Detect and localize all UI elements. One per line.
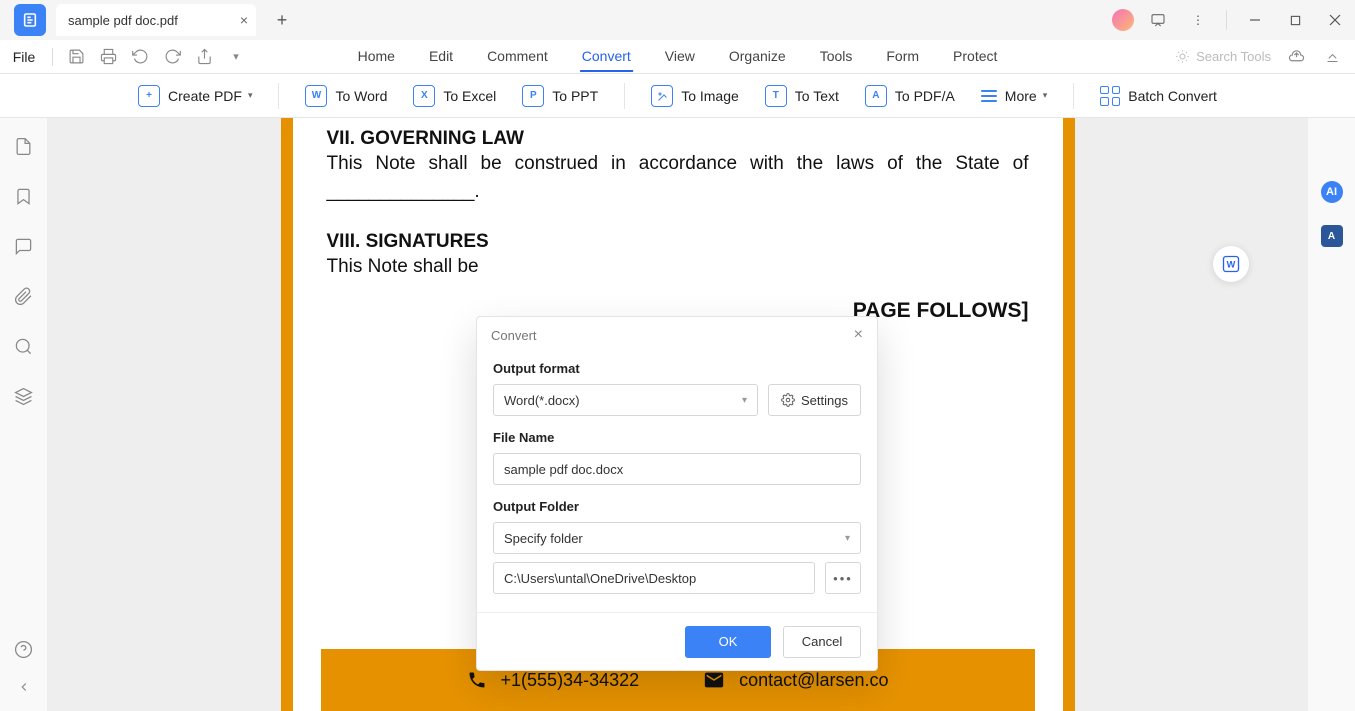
document-tab[interactable]: sample pdf doc.pdf ×	[56, 4, 256, 36]
redo-icon[interactable]	[161, 46, 183, 68]
convert-to-word-shortcut[interactable]: W	[1213, 246, 1249, 282]
section-heading: VII. GOVERNING LAW	[327, 128, 1029, 150]
dialog-title: Convert	[491, 328, 537, 343]
tab-title: sample pdf doc.pdf	[68, 13, 178, 28]
menubar: File ▾ Home Edit Comment Convert View Or…	[0, 40, 1355, 74]
separator	[278, 83, 279, 109]
convert-dialog: Convert × Output format Word(*.docx) ▾ S…	[476, 316, 878, 671]
section-heading: VIII. SIGNATURES	[327, 231, 1029, 253]
grid-icon	[1100, 86, 1120, 106]
text-icon: T	[765, 85, 787, 107]
collapse-left-icon[interactable]	[12, 675, 36, 699]
menu-home[interactable]: Home	[356, 42, 397, 72]
help-icon[interactable]	[12, 637, 36, 661]
to-image-button[interactable]: To Image	[651, 85, 739, 107]
bookmarks-icon[interactable]	[12, 184, 36, 208]
attachments-icon[interactable]	[12, 284, 36, 308]
file-menu[interactable]: File	[0, 49, 48, 65]
titlebar: sample pdf doc.pdf × + ⋮	[0, 0, 1355, 40]
print-icon[interactable]	[97, 46, 119, 68]
close-tab-icon[interactable]: ×	[240, 12, 248, 28]
to-word-button[interactable]: W To Word	[305, 85, 387, 107]
menu-view[interactable]: View	[663, 42, 697, 72]
body-text: This Note shall be construed in accordan…	[327, 150, 1029, 205]
share-icon[interactable]	[193, 46, 215, 68]
separator	[1226, 10, 1227, 30]
menu-tools[interactable]: Tools	[818, 42, 855, 72]
convert-ribbon: + Create PDF▾ W To Word X To Excel P To …	[0, 74, 1355, 118]
file-name-input[interactable]	[493, 453, 861, 485]
separator	[624, 83, 625, 109]
comments-icon[interactable]	[12, 234, 36, 258]
body-text: This Note shall be	[327, 253, 1029, 281]
quick-access-toolbar: ▾	[65, 46, 247, 68]
word-icon: W	[305, 85, 327, 107]
chevron-down-icon: ▾	[742, 395, 747, 406]
ppt-icon: P	[522, 85, 544, 107]
left-sidebar	[0, 118, 48, 711]
menu-comment[interactable]: Comment	[485, 42, 550, 72]
cloud-upload-icon[interactable]	[1285, 46, 1307, 68]
user-avatar[interactable]	[1112, 9, 1134, 31]
output-folder-path-input[interactable]	[493, 562, 815, 594]
search-icon[interactable]	[12, 334, 36, 358]
ai-icon[interactable]: AI	[1320, 180, 1344, 204]
separator	[1073, 83, 1074, 109]
search-tools-label: Search Tools	[1196, 49, 1271, 64]
collapse-right-icon[interactable]	[1320, 675, 1344, 699]
menu-form[interactable]: Form	[884, 42, 921, 72]
output-format-label: Output format	[493, 361, 861, 376]
to-pdfa-button[interactable]: A To PDF/A	[865, 85, 955, 107]
maximize-button[interactable]	[1279, 6, 1311, 34]
image-icon	[651, 85, 673, 107]
right-sidebar: AI A	[1307, 118, 1355, 711]
footer-email: contact@larsen.co	[703, 669, 888, 691]
chevron-down-icon: ▾	[845, 533, 850, 544]
search-tools[interactable]: Search Tools	[1175, 49, 1271, 64]
menu-convert[interactable]: Convert	[580, 42, 633, 72]
ok-button[interactable]: OK	[685, 626, 771, 658]
thumbnails-icon[interactable]	[12, 134, 36, 158]
to-text-button[interactable]: T To Text	[765, 85, 839, 107]
create-pdf-button[interactable]: + Create PDF▾	[138, 85, 252, 107]
feedback-icon[interactable]	[1142, 6, 1174, 34]
ai-word-icon[interactable]: A	[1320, 224, 1344, 248]
batch-convert-button[interactable]: Batch Convert	[1100, 86, 1217, 106]
pdfa-icon: A	[865, 85, 887, 107]
to-excel-button[interactable]: X To Excel	[413, 85, 496, 107]
app-logo	[14, 4, 46, 36]
settings-button[interactable]: Settings	[768, 384, 861, 416]
menu-protect[interactable]: Protect	[951, 42, 999, 72]
properties-icon[interactable]	[1320, 136, 1344, 160]
kebab-menu-icon[interactable]: ⋮	[1182, 6, 1214, 34]
new-tab-button[interactable]: +	[268, 6, 296, 34]
footer-phone: +1(555)34-34322	[467, 670, 640, 691]
output-folder-mode-select[interactable]: Specify folder ▾	[493, 522, 861, 554]
workspace: VII. GOVERNING LAW This Note shall be co…	[0, 118, 1355, 711]
qat-dropdown-icon[interactable]: ▾	[225, 46, 247, 68]
browse-folder-button[interactable]: •••	[825, 562, 861, 594]
main-menu: Home Edit Comment Convert View Organize …	[356, 42, 1000, 72]
layers-icon[interactable]	[12, 384, 36, 408]
output-folder-label: Output Folder	[493, 499, 861, 514]
svg-text:W: W	[1227, 259, 1236, 269]
menu-edit[interactable]: Edit	[427, 42, 455, 72]
file-name-label: File Name	[493, 430, 861, 445]
undo-icon[interactable]	[129, 46, 151, 68]
separator	[52, 48, 53, 66]
dialog-close-button[interactable]: ×	[854, 326, 863, 344]
excel-icon: X	[413, 85, 435, 107]
output-format-select[interactable]: Word(*.docx) ▾	[493, 384, 758, 416]
hamburger-icon	[981, 90, 997, 102]
minimize-button[interactable]	[1239, 6, 1271, 34]
menu-organize[interactable]: Organize	[727, 42, 788, 72]
save-icon[interactable]	[65, 46, 87, 68]
plus-icon: +	[138, 85, 160, 107]
close-window-button[interactable]	[1319, 6, 1351, 34]
more-button[interactable]: More▾	[981, 88, 1047, 104]
collapse-ribbon-icon[interactable]	[1321, 46, 1343, 68]
cancel-button[interactable]: Cancel	[783, 626, 861, 658]
to-ppt-button[interactable]: P To PPT	[522, 85, 598, 107]
